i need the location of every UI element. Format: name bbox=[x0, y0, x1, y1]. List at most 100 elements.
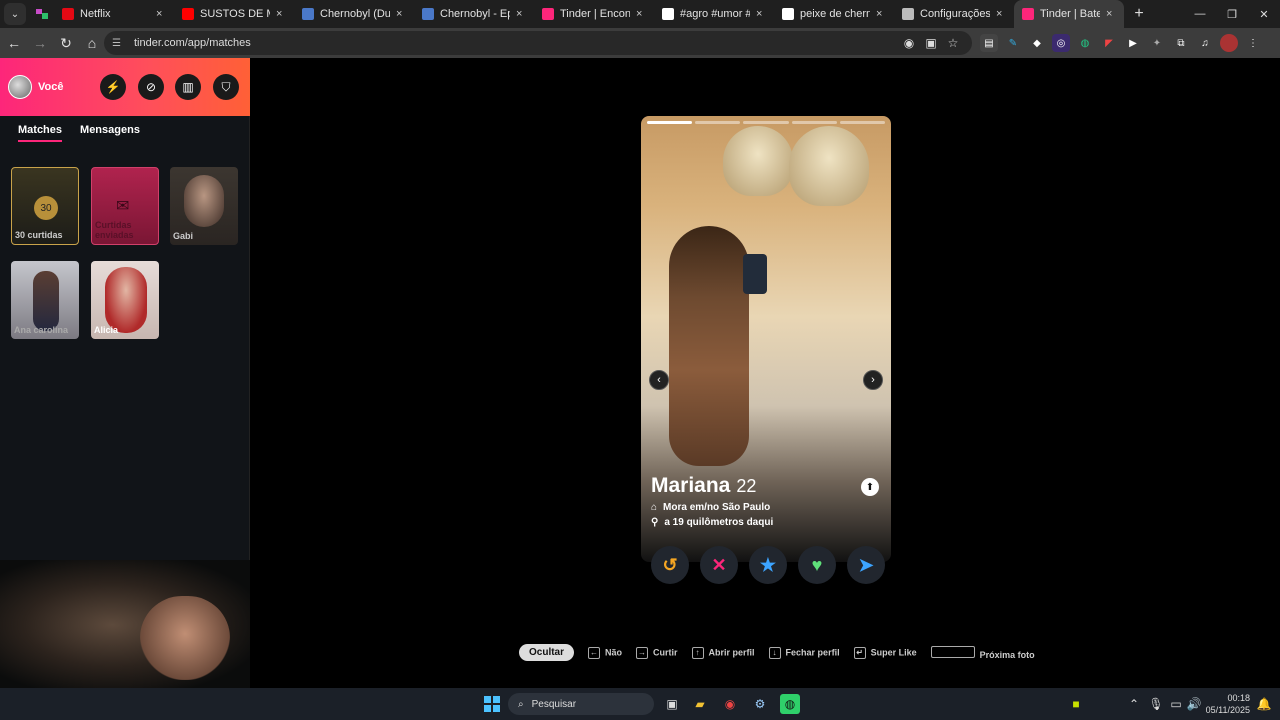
browser-tab[interactable]: Configurações × bbox=[894, 0, 1014, 28]
tab-close-icon[interactable]: × bbox=[396, 8, 406, 20]
volume-icon[interactable]: 🔊 bbox=[1184, 694, 1204, 714]
nope-button[interactable]: ✕ bbox=[700, 546, 738, 584]
profile-photo bbox=[669, 226, 749, 466]
tab-close-icon[interactable]: × bbox=[516, 8, 526, 20]
tab-messages[interactable]: Mensagens bbox=[80, 124, 140, 142]
likes-count-badge: 30 bbox=[34, 196, 58, 220]
extension-icon[interactable]: ◆ bbox=[1028, 34, 1046, 52]
hint-close-profile: ↓ Fechar perfil bbox=[768, 646, 840, 659]
match-tile[interactable]: Alicia bbox=[91, 261, 159, 339]
tab-close-icon[interactable]: × bbox=[1106, 8, 1116, 20]
tab-favicon-icon bbox=[1022, 8, 1034, 20]
browser-tab[interactable]: peixe de chernobyl × bbox=[774, 0, 894, 28]
browser-tab[interactable]: SUSTOS DE MOTO (× bbox=[174, 0, 294, 28]
super-like-button[interactable]: ★ bbox=[749, 546, 787, 584]
open-profile-icon[interactable]: ⬆ bbox=[861, 478, 879, 496]
file-explorer-icon[interactable]: ▰ bbox=[690, 694, 710, 714]
location-icon[interactable]: ◉ bbox=[898, 36, 920, 50]
shield-icon[interactable]: ⛉ bbox=[213, 74, 239, 100]
profile-name: Mariana bbox=[651, 474, 731, 497]
restore-icon[interactable]: ❐ bbox=[1216, 0, 1248, 28]
extension-icon[interactable]: ◍ bbox=[1076, 34, 1094, 52]
network-icon[interactable]: ▭ bbox=[1166, 694, 1186, 714]
app-icon[interactable]: ◍ bbox=[780, 694, 800, 714]
browser-tab[interactable]: Chernobyl - Episódi × bbox=[414, 0, 534, 28]
next-photo-icon[interactable]: › bbox=[863, 370, 883, 390]
boost-icon[interactable]: ⚡ bbox=[100, 74, 126, 100]
likes-label: 30 curtidas bbox=[15, 230, 63, 240]
close-window-icon[interactable]: ✕ bbox=[1248, 0, 1280, 28]
profile-card[interactable]: ‹ › Mariana 22 ⌂ Mora em/no São Paulo ⚲ … bbox=[641, 116, 891, 562]
show-hidden-icons[interactable]: ⌃ bbox=[1124, 694, 1144, 714]
tab-title: Tinder | Bate papo. bbox=[1040, 8, 1100, 20]
tab-close-icon[interactable]: × bbox=[756, 8, 766, 20]
extension-icon[interactable]: ◎ bbox=[1052, 34, 1070, 52]
browser-menu-icon[interactable]: ⋮ bbox=[1244, 34, 1262, 52]
browser-tab[interactable]: Tinder | Encontros, / × bbox=[534, 0, 654, 28]
browser-tab[interactable]: Tinder | Bate papo. × bbox=[1014, 0, 1124, 28]
install-app-icon[interactable]: ▣ bbox=[920, 36, 942, 50]
reload-icon[interactable]: ↻ bbox=[54, 31, 78, 55]
tab-search-button[interactable]: ⌄ bbox=[4, 3, 26, 25]
media-controls-icon[interactable]: ♫ bbox=[1196, 34, 1214, 52]
briefcase-icon[interactable]: ▥ bbox=[175, 74, 201, 100]
browser-tab[interactable]: Chernobyl (Dublado × bbox=[294, 0, 414, 28]
new-tab-button[interactable]: + bbox=[1128, 5, 1150, 23]
down-arrow-key-icon: ↓ bbox=[768, 646, 781, 659]
profile-age: 22 bbox=[736, 476, 757, 496]
forward-icon[interactable]: → bbox=[28, 31, 52, 55]
extension-icon[interactable]: ✎ bbox=[1004, 34, 1022, 52]
left-arrow-key-icon: ← bbox=[588, 646, 601, 659]
taskbar-search[interactable]: ⌕ Pesquisar bbox=[508, 693, 654, 715]
extension-icon[interactable]: ▤ bbox=[980, 34, 998, 52]
browser-tab-strip: ⌄ Netflix×SUSTOS DE MOTO (×Chernobyl (Du… bbox=[0, 0, 1280, 28]
extension-icon[interactable]: ✦ bbox=[1148, 34, 1166, 52]
browser-tab[interactable]: #agro #umor #com × bbox=[654, 0, 774, 28]
address-bar[interactable]: ☰ tinder.com/app/matches ◉ ▣ ☆ bbox=[104, 31, 972, 55]
previous-photo-icon[interactable]: ‹ bbox=[649, 370, 669, 390]
map-pin-icon: ⚲ bbox=[651, 517, 659, 528]
explore-icon[interactable]: ⊘ bbox=[138, 74, 164, 100]
tab-close-icon[interactable]: × bbox=[276, 8, 286, 20]
user-name[interactable]: Você bbox=[38, 81, 63, 93]
hint-nope: ← Não bbox=[588, 646, 623, 659]
extension-icon[interactable]: ▶ bbox=[1124, 34, 1142, 52]
tab-close-icon[interactable]: × bbox=[996, 8, 1006, 20]
tab-close-icon[interactable]: × bbox=[636, 8, 646, 20]
hide-hints-button[interactable]: Ocultar bbox=[519, 644, 575, 661]
match-tile[interactable]: Ana carolina bbox=[11, 261, 79, 339]
tab-title: #agro #umor #com bbox=[680, 8, 750, 20]
tab-matches[interactable]: Matches bbox=[18, 124, 63, 142]
task-view-icon[interactable]: ▣ bbox=[662, 694, 682, 714]
extension-icon[interactable]: ◤ bbox=[1100, 34, 1118, 52]
match-tile[interactable]: Gabi bbox=[170, 167, 238, 245]
windows-start-icon[interactable] bbox=[482, 694, 502, 714]
likes-you-tile[interactable]: 30 30 curtidas bbox=[11, 167, 79, 245]
sent-likes-tile[interactable]: ✉ Curtidas enviadas bbox=[91, 167, 159, 245]
microphone-icon[interactable]: 🎙 bbox=[1146, 694, 1166, 714]
right-arrow-key-icon: → bbox=[636, 646, 649, 659]
minimize-icon[interactable]: — bbox=[1184, 0, 1216, 28]
browser-tab[interactable]: Netflix × bbox=[54, 0, 174, 28]
site-info-icon[interactable]: ☰ bbox=[112, 38, 126, 49]
tab-title: peixe de chernobyl bbox=[800, 8, 870, 20]
tab-close-icon[interactable]: × bbox=[876, 8, 886, 20]
rewind-button[interactable]: ↺ bbox=[651, 546, 689, 584]
tab-close-icon[interactable]: × bbox=[156, 8, 166, 20]
system-clock[interactable]: 00:18 05/11/2025 bbox=[1206, 692, 1250, 716]
user-avatar[interactable] bbox=[8, 75, 32, 99]
chrome-icon[interactable]: ◉ bbox=[720, 694, 740, 714]
notifications-icon[interactable]: 🔔 bbox=[1254, 694, 1274, 714]
boost-button[interactable]: ➤ bbox=[847, 546, 885, 584]
bookmark-star-icon[interactable]: ☆ bbox=[942, 36, 964, 50]
tray-app-icon[interactable]: ■ bbox=[1066, 694, 1086, 714]
extensions-puzzle-icon[interactable]: ⧉ bbox=[1172, 34, 1190, 52]
tab-group-icon[interactable] bbox=[30, 3, 54, 25]
back-icon[interactable]: ← bbox=[2, 31, 26, 55]
profile-avatar-icon[interactable] bbox=[1220, 34, 1238, 52]
tab-title: Configurações bbox=[920, 8, 990, 20]
steam-icon[interactable]: ⚙ bbox=[750, 694, 770, 714]
hint-next-photo: Próxima foto bbox=[930, 645, 1035, 660]
home-icon[interactable]: ⌂ bbox=[80, 31, 104, 55]
like-button[interactable]: ♥ bbox=[798, 546, 836, 584]
